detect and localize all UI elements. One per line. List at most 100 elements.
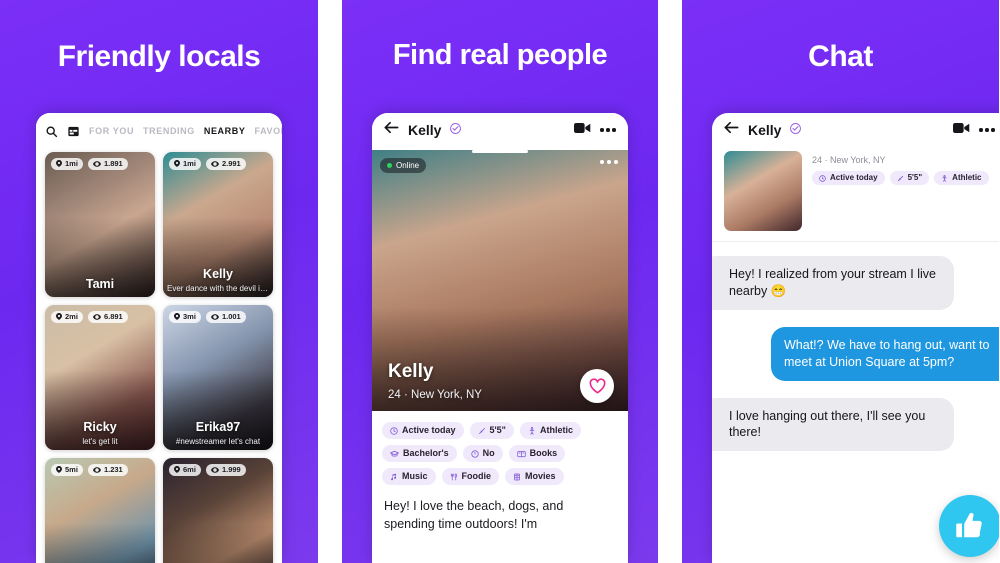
back-arrow-icon[interactable] — [724, 121, 739, 139]
card-badges: 1mi 1.891 — [51, 158, 128, 170]
card-caption: Ever dance with the devil in the... — [167, 284, 269, 293]
chip-education[interactable]: Bachelor's — [382, 445, 457, 462]
panel-divider — [318, 0, 342, 563]
chip-body-type[interactable]: Athletic — [934, 171, 989, 185]
pin-icon — [174, 466, 180, 474]
views-value: 1.999 — [221, 465, 241, 474]
more-options-icon[interactable] — [600, 128, 616, 132]
more-options-icon[interactable] — [979, 128, 995, 132]
chip-smoking[interactable]: No — [462, 445, 503, 462]
profile-card[interactable]: 3mi 1.001 Erika97 #newstreamer let's cha… — [163, 305, 273, 450]
chip-movies[interactable]: Movies — [505, 468, 564, 485]
movie-icon — [514, 473, 520, 480]
views-value: 1.231 — [103, 465, 123, 474]
photo-more-options-icon[interactable] — [600, 160, 618, 164]
distance-badge: 1mi — [169, 158, 201, 170]
smoke-icon — [471, 449, 479, 458]
eye-icon — [92, 467, 101, 473]
sheet-grabber[interactable] — [472, 150, 528, 153]
eye-icon — [210, 467, 219, 473]
like-button[interactable] — [580, 369, 614, 403]
card-caption: let's get lit — [82, 437, 118, 446]
message-row: What!? We have to hang out, want to meet… — [712, 326, 999, 381]
profile-card[interactable]: 2mi 6.891 Ricky let's get lit — [45, 305, 155, 450]
profile-subtitle: 24 · New York, NY — [388, 389, 482, 401]
card-badges: 1mi 2.991 — [169, 158, 246, 170]
chip-label: Active today — [402, 425, 456, 435]
chip-label: No — [482, 448, 495, 458]
distance-badge: 3mi — [169, 311, 201, 323]
ruler-icon — [478, 427, 485, 434]
profile-card[interactable]: 5mi 1.231 Cody — [45, 458, 155, 563]
body-icon — [942, 174, 947, 182]
views-value: 1.001 — [221, 312, 241, 321]
card-name: Erika97 — [195, 420, 241, 434]
chip-height[interactable]: 5'5" — [889, 171, 930, 185]
chip-label: Books — [529, 448, 558, 458]
distance-value: 3mi — [183, 312, 196, 321]
contact-meta: 24 · New York, NY Active today 5'5" Athl… — [812, 151, 989, 231]
discover-card-grid: 1mi 1.891 Tami 1mi 2.991 Kelly Ever danc… — [36, 149, 282, 563]
chip-height[interactable]: 5'5" — [469, 422, 514, 439]
video-camera-icon[interactable] — [574, 121, 591, 139]
chip-music[interactable]: Music — [382, 468, 436, 485]
views-badge: 1.001 — [205, 311, 246, 323]
distance-value: 5mi — [65, 465, 78, 474]
video-camera-icon[interactable] — [953, 121, 970, 139]
chat-title: Kelly — [748, 122, 782, 138]
ruler-icon — [897, 175, 903, 181]
card-caption: #newstreamer let's chat — [175, 437, 261, 446]
chip-books[interactable]: Books — [508, 445, 566, 462]
chip-active-today[interactable]: Active today — [812, 171, 885, 185]
distance-value: 2mi — [65, 312, 78, 321]
chip-label: Music — [402, 471, 428, 481]
avatar[interactable] — [724, 151, 802, 231]
eye-icon — [92, 314, 101, 320]
profile-card[interactable]: 1mi 2.991 Kelly Ever dance with the devi… — [163, 152, 273, 297]
chip-label: Active today — [830, 173, 878, 182]
back-arrow-icon[interactable] — [384, 121, 399, 139]
profile-hero-photo[interactable]: Online Kelly 24 · New York, NY — [372, 150, 628, 411]
panel-friendly-locals: Friendly locals FOR YOU TRENDING NEARBY … — [0, 0, 318, 563]
chip-label: Bachelor's — [403, 448, 449, 458]
profile-card[interactable]: 1mi 1.891 Tami — [45, 152, 155, 297]
chip-body-type[interactable]: Athletic — [519, 422, 581, 439]
clock-icon — [390, 426, 398, 435]
panel-headline-profile: Find real people — [392, 39, 608, 71]
card-name: Ricky — [83, 420, 117, 434]
pin-icon — [56, 313, 62, 321]
heart-icon — [589, 378, 605, 394]
pin-icon — [174, 313, 180, 321]
message-bubble-outgoing[interactable]: What!? We have to hang out, want to meet… — [771, 326, 999, 381]
views-badge: 6.891 — [87, 311, 128, 323]
eye-icon — [210, 161, 219, 167]
tab-trending[interactable]: TRENDING — [143, 126, 195, 136]
chat-navbar: Kelly — [712, 113, 999, 147]
message-bubble-incoming[interactable]: I love hanging out there, I'll see you t… — [712, 397, 954, 452]
thumbs-up-button[interactable] — [939, 495, 999, 557]
cap-icon — [390, 450, 399, 456]
search-icon[interactable] — [45, 125, 58, 138]
tab-for-you[interactable]: FOR YOU — [89, 126, 134, 136]
panel-headline-discover: Friendly locals — [57, 40, 261, 73]
chat-contact-card[interactable]: 24 · New York, NY Active today 5'5" Athl… — [712, 147, 999, 242]
tab-favorites[interactable]: FAVORITES — [254, 126, 282, 136]
discover-tabbar: FOR YOU TRENDING NEARBY FAVORITES DA — [36, 113, 282, 149]
chip-foodie[interactable]: Foodie — [441, 468, 500, 485]
online-label: Online — [396, 161, 420, 170]
card-badges: 6mi 1.999 — [169, 464, 246, 476]
message-bubble-incoming[interactable]: Hey! I realized from your stream I live … — [712, 256, 954, 310]
chip-label: Athletic — [952, 173, 982, 182]
chip-label: Movies — [525, 471, 556, 481]
contact-location: 24 · New York, NY — [812, 155, 886, 165]
views-value: 2.991 — [221, 159, 241, 168]
distance-badge: 5mi — [51, 464, 83, 476]
chip-active-today[interactable]: Active today — [382, 422, 464, 439]
calendar-icon[interactable] — [67, 125, 80, 138]
panel-find-real-people: Find real people Kelly Online Kelly 24 ·… — [342, 0, 658, 563]
views-value: 6.891 — [103, 312, 123, 321]
tab-nearby[interactable]: NEARBY — [204, 126, 246, 136]
card-name: Tami — [85, 277, 115, 291]
body-icon — [529, 426, 535, 435]
profile-card[interactable]: 6mi 1.999 Jennifer — [163, 458, 273, 563]
